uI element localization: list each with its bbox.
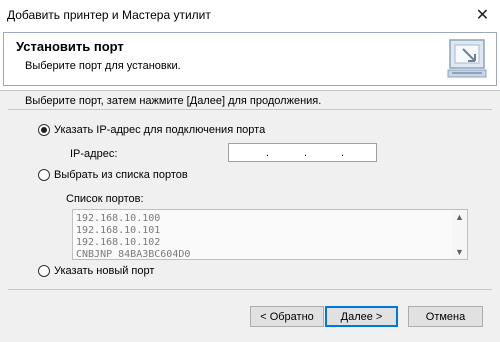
port-list-scrollbar[interactable]: ▲ ▼ [452, 210, 467, 259]
list-item[interactable]: 192.168.10.100 [76, 213, 160, 224]
ip-dot: . [304, 147, 308, 159]
radio-new-label: Указать новый порт [54, 265, 155, 277]
radio-list-indicator[interactable] [38, 169, 50, 181]
cancel-button[interactable]: Отмена [408, 306, 483, 327]
title-bar: Добавить принтер и Мастера утилит ✕ [0, 0, 500, 30]
page-title: Установить порт [16, 39, 124, 54]
radio-ip-indicator[interactable] [38, 124, 50, 136]
ip-address-field[interactable]: . . . [228, 143, 377, 162]
divider-bottom [8, 289, 492, 290]
divider-top [8, 109, 492, 110]
scroll-up-icon[interactable]: ▲ [452, 210, 467, 224]
radio-ip-address[interactable]: Указать IP-адрес для подключения порта [38, 124, 265, 136]
scroll-down-icon[interactable]: ▼ [452, 245, 467, 259]
radio-port-list[interactable]: Выбрать из списка портов [38, 169, 188, 181]
printer-port-icon [447, 39, 487, 78]
radio-ip-label: Указать IP-адрес для подключения порта [54, 124, 266, 136]
radio-new-port[interactable]: Указать новый порт [38, 265, 154, 277]
close-icon[interactable]: ✕ [465, 0, 500, 30]
back-button[interactable]: < Обратно [250, 306, 324, 327]
window-title: Добавить принтер и Мастера утилит [7, 8, 211, 22]
wizard-header: Установить порт Выберите порт для устано… [0, 30, 500, 91]
page-subtitle: Выберите порт для установки. [25, 60, 181, 72]
list-item[interactable]: 192.168.10.101 [76, 225, 160, 236]
radio-list-label: Выбрать из списка портов [54, 169, 188, 181]
list-item[interactable]: CNBJNP_84BA3BC604D0 [76, 249, 190, 259]
ip-dot: . [266, 147, 270, 159]
radio-new-indicator[interactable] [38, 265, 50, 277]
port-list-label: Список портов: [66, 193, 144, 205]
ip-dot: . [341, 147, 345, 159]
instruction-text: Выберите порт, затем нажмите [Далее] для… [25, 95, 322, 107]
next-button[interactable]: Далее > [325, 306, 398, 327]
ip-address-label: IP-адрес: [70, 148, 118, 160]
port-listbox[interactable]: 192.168.10.100 192.168.10.101 192.168.10… [72, 209, 468, 260]
list-item[interactable]: 192.168.10.102 [76, 237, 160, 248]
